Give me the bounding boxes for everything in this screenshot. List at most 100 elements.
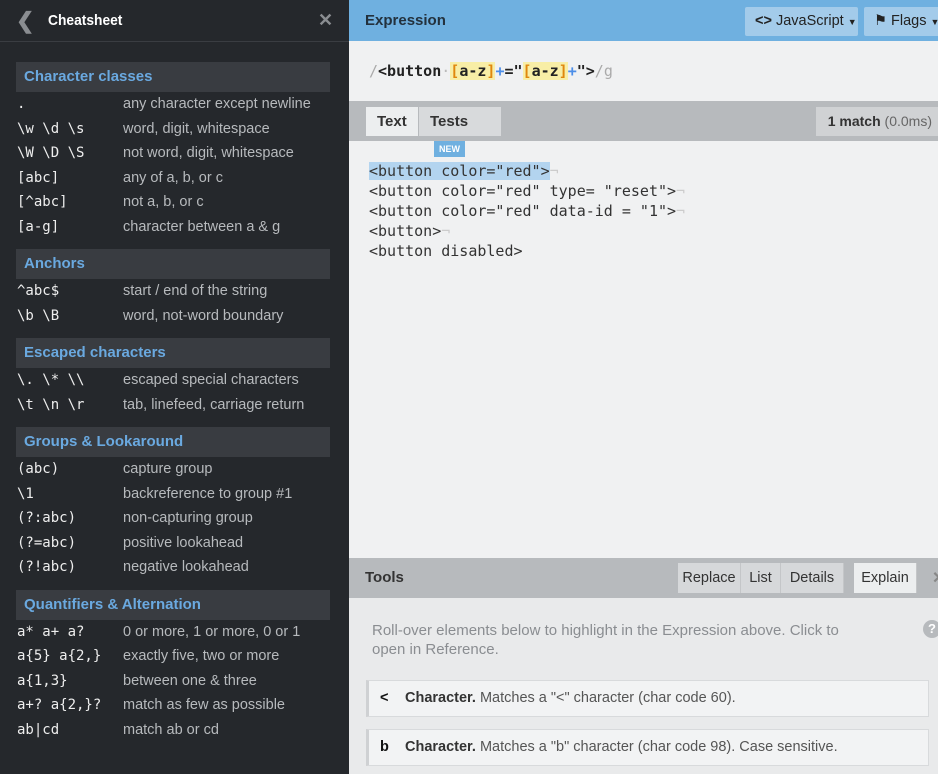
cheatsheet-item[interactable]: (?:abc) non-capturing group	[16, 506, 330, 531]
section-title[interactable]: Quantifiers & Alternation	[16, 589, 330, 620]
regex-literal: ">	[576, 62, 595, 80]
cheatsheet-item[interactable]: ^abc$ start / end of the string	[16, 279, 330, 304]
cheatsheet-item[interactable]: a* a+ a? 0 or more, 1 or more, 0 or 1	[16, 620, 330, 645]
cheatsheet-item[interactable]: \t \n \r tab, linefeed, carriage return	[16, 393, 330, 418]
cheatsheet-item[interactable]: (?!abc) negative lookahead	[16, 555, 330, 580]
item-token: \t \n \r	[17, 396, 85, 413]
line-text: <button color="red" type= "reset">	[369, 182, 677, 200]
item-token: [abc]	[17, 169, 60, 186]
explain-item[interactable]: b Character. Matches a "b" character (cha…	[366, 729, 929, 766]
help-icon[interactable]: ?	[923, 620, 938, 638]
item-token: [a-g]	[17, 218, 60, 235]
cheatsheet-item[interactable]: a{1,3} between one & three	[16, 669, 330, 694]
tab-details[interactable]: Details	[781, 563, 844, 593]
tab-tests-label: Tests	[430, 113, 469, 130]
tab-text[interactable]: Text	[366, 107, 418, 136]
text-line: <button color="red" type= "reset">¬	[369, 181, 938, 201]
test-text-area[interactable]: <button color="red">¬ <button color="red"…	[349, 141, 938, 558]
item-token: \w \d \s	[17, 120, 85, 137]
caret-down-icon: ▼	[930, 17, 938, 27]
tab-replace[interactable]: Replace	[678, 563, 741, 593]
close-icon[interactable]: ✕	[318, 10, 333, 31]
explain-intro: Roll-over elements below to highlight in…	[372, 622, 839, 658]
caret-down-icon: ▼	[847, 17, 857, 27]
expression-label: Expression	[365, 12, 446, 29]
tab-tests[interactable]: Tests NEW	[419, 107, 501, 157]
flag-icon: ⚑	[874, 13, 887, 29]
section-title[interactable]: Escaped characters	[16, 338, 330, 368]
flags-label: Flags	[891, 13, 927, 29]
item-description: exactly five, two or more	[123, 648, 280, 664]
regex-flags[interactable]: g	[604, 62, 613, 80]
cheatsheet-item[interactable]: \W \D \S not word, digit, whitespace	[16, 141, 330, 166]
item-description: between one & three	[123, 672, 257, 689]
section-title[interactable]: Character classes	[16, 62, 330, 92]
cheatsheet-item[interactable]: a+? a{2,}? match as few as possible	[16, 693, 330, 718]
tools-label: Tools	[365, 569, 404, 586]
item-token: \W \D \S	[17, 145, 85, 161]
item-token: a{1,3}	[17, 672, 68, 689]
match-count: 1 match (0.0ms)	[815, 107, 938, 136]
line-text: <button>	[369, 222, 442, 240]
newline-marker: ¬	[676, 182, 686, 200]
item-token: a+? a{2,}?	[17, 697, 102, 713]
item-description: capture group	[123, 461, 213, 477]
regex-delimiter: /	[594, 62, 604, 80]
main-panel: Expression <> JavaScript ▼ ⚑ Flags ▼ /<b…	[349, 0, 938, 774]
regex-quantifier: +	[567, 62, 577, 80]
explain-item[interactable]: < Character. Matches a "<" character (cha…	[366, 680, 929, 717]
cheatsheet-item[interactable]: a{5} a{2,} exactly five, two or more	[16, 644, 330, 669]
line-text: <button color="red" data-id = "1">	[369, 202, 677, 220]
item-description: word, digit, whitespace	[123, 120, 270, 137]
regex-literal: ="	[504, 62, 523, 80]
text-tabs-bar: Text Tests NEW 1 match (0.0ms)	[349, 101, 938, 157]
tab-explain[interactable]: Explain	[854, 563, 917, 593]
flavor-button[interactable]: <> JavaScript ▼	[745, 7, 858, 36]
regex-char-set: [a-z]	[522, 62, 568, 80]
newline-marker: ¬	[441, 222, 451, 240]
cheatsheet-item[interactable]: \1 backreference to group #1	[16, 482, 330, 507]
cheatsheet-header: ❮ Cheatsheet ✕	[0, 0, 349, 42]
regex-char-set: [a-z]	[450, 62, 496, 80]
item-description: backreference to group #1	[123, 485, 293, 502]
tab-list[interactable]: List	[741, 563, 781, 593]
chevron-left-icon[interactable]: ❮	[16, 8, 34, 34]
cheatsheet-item[interactable]: (?=abc) positive lookahead	[16, 531, 330, 556]
cheatsheet-item[interactable]: [^abc] not a, b, or c	[16, 190, 330, 215]
item-token: a* a+ a?	[17, 623, 85, 640]
expression-input[interactable]: /<button·[a-z]+="[a-z]+">/g	[349, 41, 938, 101]
item-token: \b \B	[17, 307, 60, 324]
cheatsheet-item[interactable]: \w \d \s word, digit, whitespace	[16, 117, 330, 142]
cheatsheet-section: Quantifiers & Alternation a* a+ a? 0 or mo…	[16, 589, 330, 743]
item-description: word, not-word boundary	[123, 307, 284, 324]
item-token: (?!abc)	[17, 559, 77, 575]
flavor-label: JavaScript	[775, 13, 844, 29]
section-title[interactable]: Anchors	[16, 249, 330, 279]
item-token: a{5} a{2,}	[17, 648, 102, 664]
newline-marker: ¬	[676, 202, 686, 220]
item-token: (?:abc)	[17, 510, 77, 526]
item-token: (abc)	[17, 461, 60, 477]
cheatsheet-item[interactable]: ab|cd match ab or cd	[16, 718, 330, 743]
cheatsheet-item[interactable]: [a-g] character between a & g	[16, 215, 330, 240]
cheatsheet-section: Escaped characters \. \* \\ escaped specia…	[16, 338, 330, 417]
item-description: match ab or cd	[123, 721, 219, 738]
section-title[interactable]: Groups & Lookaround	[16, 427, 330, 457]
regex-delimiter: /	[369, 62, 379, 80]
code-icon: <>	[755, 13, 772, 29]
flags-button[interactable]: ⚑ Flags ▼	[864, 7, 938, 36]
item-description: start / end of the string	[123, 283, 268, 299]
text-line: <button>¬	[369, 221, 938, 241]
cheatsheet-section: Character classes. any character except n…	[16, 62, 330, 239]
close-icon[interactable]: ✕	[932, 568, 938, 588]
cheatsheet-item[interactable]: [abc] any of a, b, or c	[16, 166, 330, 191]
regex-literal: <button	[378, 62, 442, 80]
text-line: <button disabled>	[369, 241, 938, 261]
cheatsheet-item[interactable]: \b \B word, not-word boundary	[16, 304, 330, 329]
cheatsheet-item[interactable]: \. \* \\ escaped special characters	[16, 368, 330, 393]
item-description: not word, digit, whitespace	[123, 145, 294, 161]
item-token: [^abc]	[17, 194, 68, 210]
cheatsheet-item[interactable]: . any character except newline	[16, 92, 330, 117]
cheatsheet-title: Cheatsheet	[48, 12, 123, 29]
cheatsheet-item[interactable]: (abc) capture group	[16, 457, 330, 482]
